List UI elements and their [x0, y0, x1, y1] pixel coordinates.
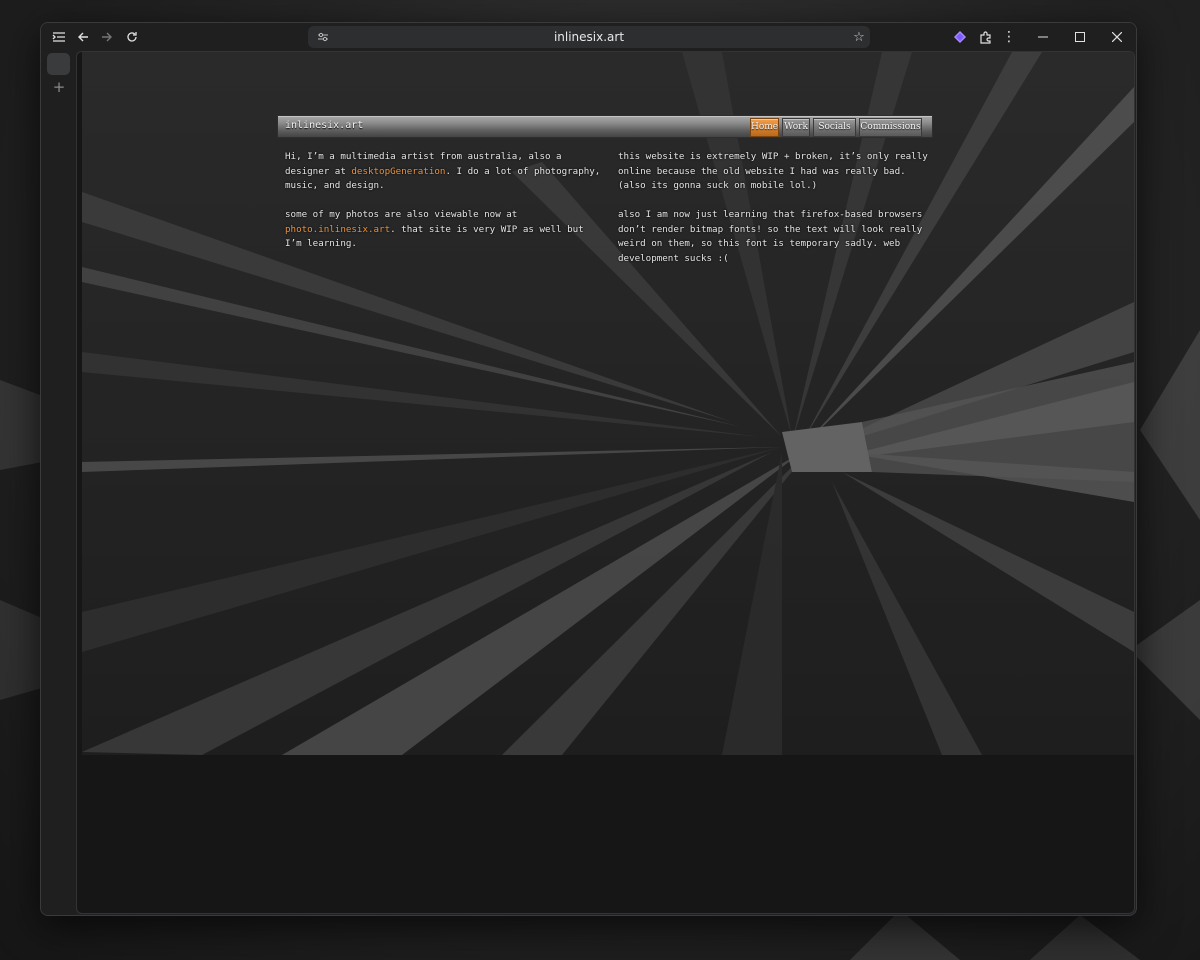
- vertical-tab-strip: +: [41, 51, 76, 915]
- nav-commissions-button[interactable]: Commissions: [859, 118, 922, 137]
- minimize-icon[interactable]: [1032, 27, 1054, 47]
- kebab-menu-icon[interactable]: ⋮: [998, 27, 1020, 47]
- sidebar-toggle-icon[interactable]: [48, 27, 70, 47]
- firefox-paragraph: also I am now just learning that firefox…: [618, 209, 923, 264]
- tab-inlinesix[interactable]: [47, 53, 70, 75]
- star-icon[interactable]: ☆: [848, 27, 870, 47]
- nav-home-button[interactable]: Home: [750, 118, 779, 137]
- notice-column: this website is extremely WIP + broken, …: [618, 150, 938, 266]
- url-text[interactable]: inlinesix.art: [308, 26, 870, 48]
- background-artwork: [82, 52, 1134, 755]
- nav-socials-button[interactable]: Socials: [813, 118, 856, 137]
- address-bar[interactable]: inlinesix.art ☆: [308, 26, 870, 48]
- reload-icon[interactable]: [121, 27, 143, 47]
- close-icon[interactable]: [1106, 27, 1128, 47]
- nav-work-button[interactable]: Work: [782, 118, 810, 137]
- site-header-bar: inlinesix.art Home Work Socials Commissi…: [277, 115, 933, 138]
- browser-titlebar: inlinesix.art ☆ ⋮: [41, 23, 1136, 51]
- forward-arrow-icon[interactable]: [96, 27, 118, 47]
- desktopgeneration-link[interactable]: desktopGeneration: [351, 166, 445, 177]
- tune-icon[interactable]: [312, 27, 334, 47]
- photos-text: some of my photos are also viewable now …: [285, 209, 518, 220]
- plus-icon[interactable]: +: [51, 79, 67, 95]
- intro-column: Hi, I’m a multimedia artist from austral…: [285, 150, 603, 252]
- wip-paragraph: this website is extremely WIP + broken, …: [618, 151, 928, 191]
- back-arrow-icon[interactable]: [72, 27, 94, 47]
- photo-site-link[interactable]: photo.inlinesix.art: [285, 224, 390, 235]
- page-viewport: inlinesix.art Home Work Socials Commissi…: [76, 51, 1135, 914]
- photos-paragraph: some of my photos are also viewable now …: [285, 208, 603, 252]
- browser-window: inlinesix.art ☆ ⋮ + inlinesix.art Home W…: [40, 22, 1137, 916]
- gemini-icon[interactable]: [949, 27, 971, 47]
- abstract-shards-art: [82, 52, 1134, 755]
- site-title[interactable]: inlinesix.art: [285, 116, 363, 137]
- maximize-icon[interactable]: [1069, 27, 1091, 47]
- intro-paragraph: Hi, I’m a multimedia artist from austral…: [285, 150, 603, 194]
- puzzle-icon[interactable]: [974, 27, 996, 47]
